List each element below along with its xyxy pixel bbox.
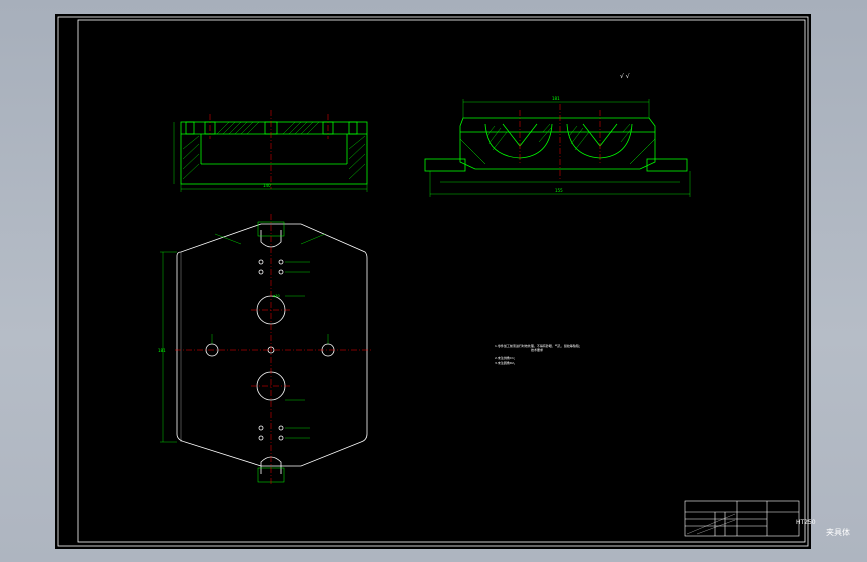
technical-note-3: 3.未注圆角R2。 xyxy=(495,361,517,365)
side-view-centerlines xyxy=(519,104,601,179)
top-view-height-dim: 181 xyxy=(158,348,166,353)
side-view-hatch xyxy=(486,123,633,151)
front-view-slot-right xyxy=(348,121,358,135)
side-view-pocket-left xyxy=(484,123,553,159)
side-view xyxy=(424,117,688,172)
outer-frame xyxy=(57,16,809,547)
top-view-outline xyxy=(176,223,368,467)
side-view-top-dim: 181 xyxy=(552,96,560,101)
technical-notes-title: 技术要求 xyxy=(531,348,544,352)
top-view-dimensions xyxy=(160,233,329,443)
top-view xyxy=(176,223,368,467)
technical-note-2: 2.未注倒角C1； xyxy=(495,356,517,360)
top-view-bore-dim: φ30 xyxy=(273,294,280,298)
inner-frame xyxy=(77,19,806,543)
side-view-pocket-right xyxy=(566,123,633,159)
cad-drawing: 140 181 155 √ √ 181 φ30 xyxy=(57,16,809,547)
front-view-hatch xyxy=(182,121,366,180)
title-block-part-name: 夹具体 xyxy=(826,528,850,537)
front-view-width-dim: 140 xyxy=(263,183,271,188)
front-view-slot-left xyxy=(185,121,195,135)
top-view-features xyxy=(205,221,335,483)
top-view-centerlines xyxy=(175,214,371,484)
technical-note-1: 1.零件加工前须进行时效处理，不得有砂眼、气孔、裂纹等缺陷； xyxy=(495,344,582,348)
title-block-frame xyxy=(684,500,800,537)
front-view-dimensions xyxy=(173,122,368,192)
side-view-width-dim: 155 xyxy=(555,188,563,193)
roughness-symbol: √ √ xyxy=(620,73,630,80)
front-view xyxy=(180,121,368,185)
title-block-material: HT250 xyxy=(796,519,816,526)
front-view-outline xyxy=(180,121,368,185)
drawing-sheet: 140 181 155 √ √ 181 φ30 技术要求 1.零件加工前须进行时… xyxy=(55,14,850,549)
side-view-lug-right xyxy=(646,158,688,172)
side-view-lug-left xyxy=(424,158,466,172)
title-block xyxy=(684,500,800,537)
